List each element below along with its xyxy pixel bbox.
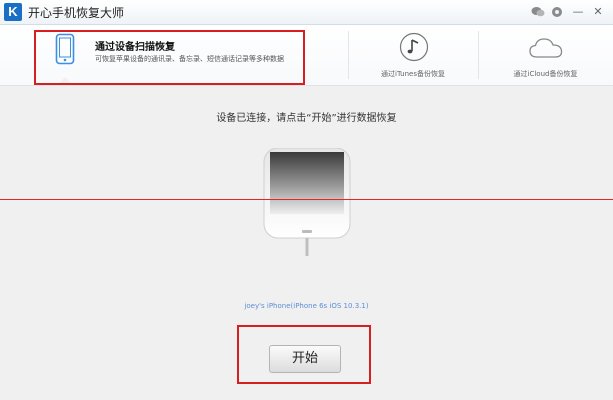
- tab-itunes-label: 通过iTunes备份恢复: [381, 70, 445, 78]
- connection-instruction: 设备已连接，请点击“开始”进行数据恢复: [216, 113, 397, 124]
- tab-icloud-backup[interactable]: 通过iCloud备份恢复: [478, 25, 613, 85]
- cloud-icon: [528, 36, 564, 64]
- minimize-button[interactable]: —: [570, 4, 586, 20]
- highlight-box-start: [237, 325, 371, 384]
- gear-icon[interactable]: [549, 4, 565, 20]
- red-guide-line: [0, 199, 613, 200]
- tab-itunes-backup[interactable]: 通过iTunes备份恢复: [348, 25, 478, 85]
- highlight-box-tab: [34, 30, 305, 85]
- device-name: joey's iPhone(iPhone 6s iOS 10.3.1): [244, 302, 369, 310]
- app-logo: K: [4, 3, 22, 21]
- connected-iphone-image: [262, 147, 352, 260]
- tab-icloud-label: 通过iCloud备份恢复: [513, 70, 578, 78]
- music-note-icon: [399, 32, 429, 66]
- chat-icon[interactable]: [530, 4, 546, 20]
- app-title: 开心手机恢复大师: [28, 6, 125, 20]
- close-button[interactable]: ✕: [590, 4, 606, 20]
- title-bar: K 开心手机恢复大师 — ✕: [0, 0, 613, 25]
